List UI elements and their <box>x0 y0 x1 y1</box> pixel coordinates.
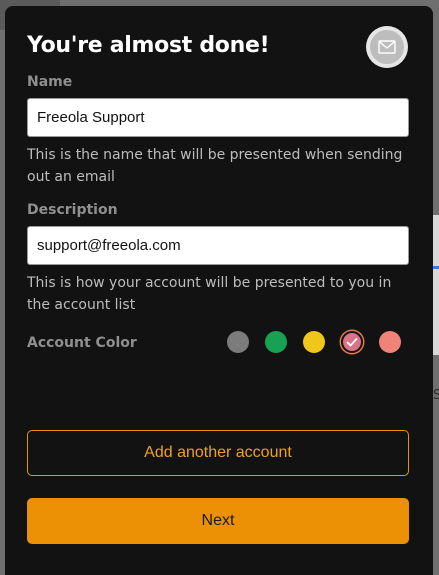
color-swatch-green[interactable] <box>265 331 287 353</box>
checkmark-icon <box>346 337 358 347</box>
background-text: S <box>433 388 439 403</box>
mail-icon-button[interactable] <box>366 26 408 68</box>
description-input[interactable] <box>27 226 409 265</box>
name-label: Name <box>27 74 73 90</box>
account-color-label: Account Color <box>27 335 137 351</box>
color-swatch-yellow[interactable] <box>303 331 325 353</box>
next-button[interactable]: Next <box>27 498 409 544</box>
background-accent-line <box>432 266 439 269</box>
add-account-button[interactable]: Add another account <box>27 430 409 476</box>
name-help-text: This is the name that will be presented … <box>27 147 403 185</box>
dialog-title: You're almost done! <box>27 33 270 58</box>
color-swatch-gray[interactable] <box>227 331 249 353</box>
description-label: Description <box>27 202 118 218</box>
color-swatch-pink[interactable] <box>341 331 363 353</box>
description-help-text: This is how your account will be present… <box>27 275 392 313</box>
background-panel-right <box>432 215 439 355</box>
mail-icon <box>370 30 404 64</box>
name-input[interactable] <box>27 98 409 137</box>
color-swatch-salmon[interactable] <box>379 331 401 353</box>
setup-dialog: You're almost done! Name This is the nam… <box>5 6 433 575</box>
